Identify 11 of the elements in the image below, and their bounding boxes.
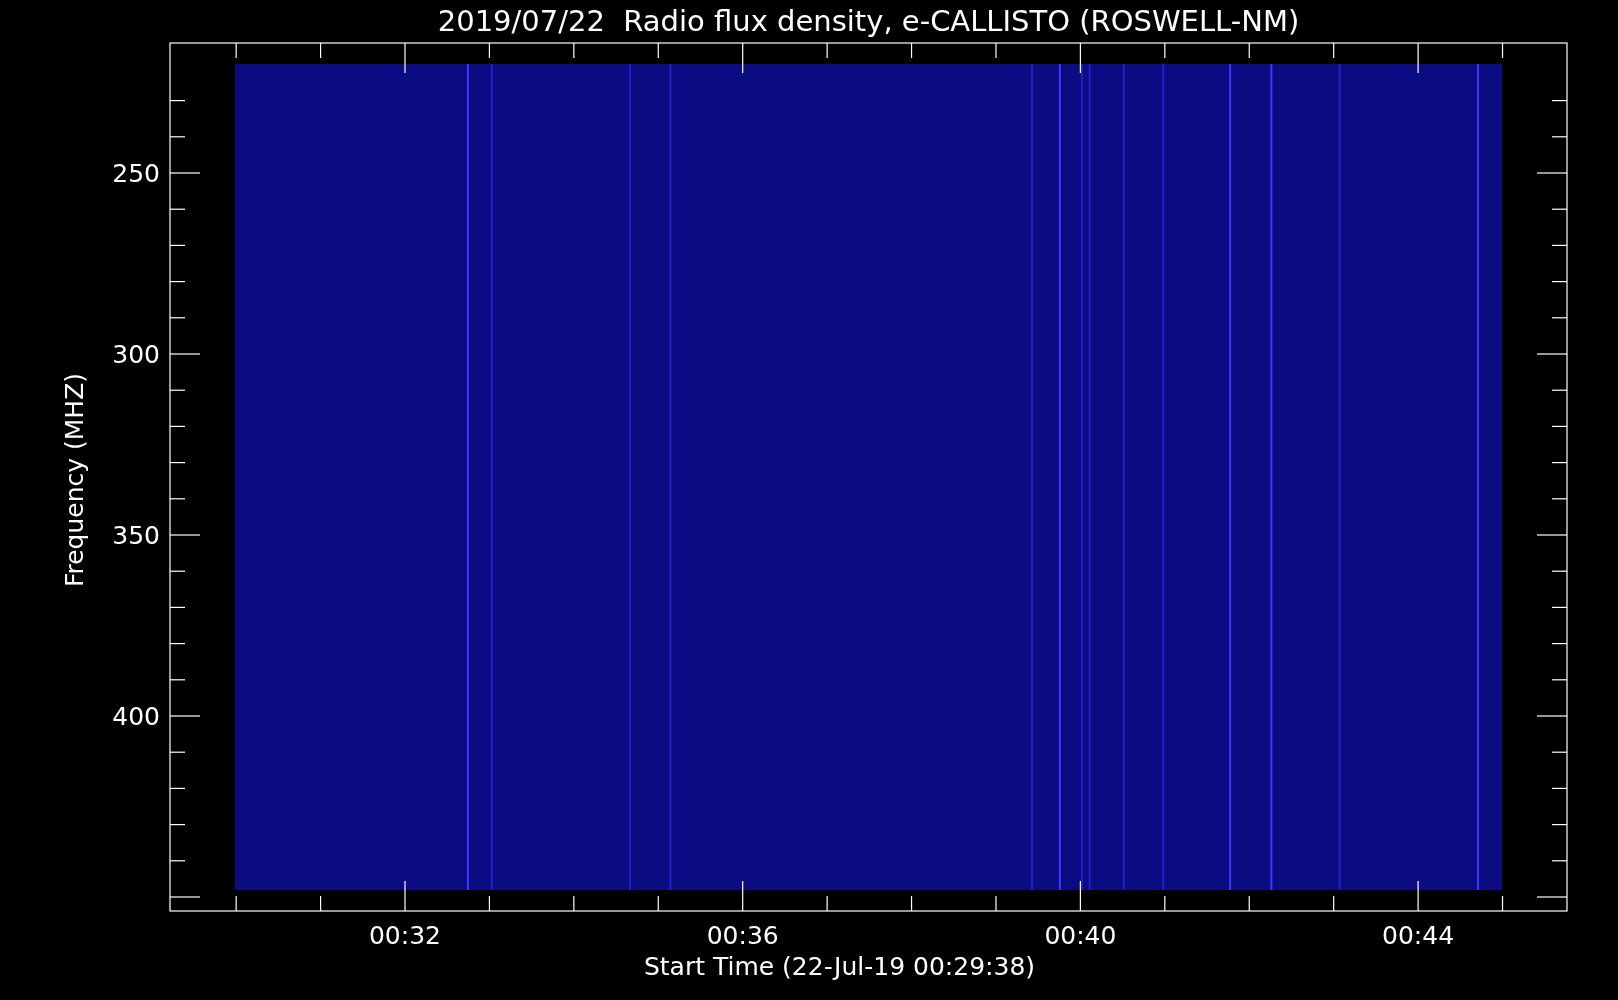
tick-label: 300	[112, 340, 160, 369]
tick-label: 400	[112, 702, 160, 731]
tick-label: 250	[112, 159, 160, 188]
tick-label: 00:40	[1044, 921, 1117, 950]
tick-label: 00:36	[706, 921, 779, 950]
axis-label: Frequency (MHZ)	[60, 372, 89, 588]
axis-label: Start Time (22-Jul-19 00:29:38)	[643, 952, 1036, 981]
chart-title: 2019/07/22 Radio flux density, e-CALLISTO (ROSWELL-NM)	[437, 4, 1300, 38]
tick-label: 00:44	[1382, 921, 1455, 950]
tick-label: 00:32	[369, 921, 441, 950]
tick-label: 350	[112, 521, 160, 550]
